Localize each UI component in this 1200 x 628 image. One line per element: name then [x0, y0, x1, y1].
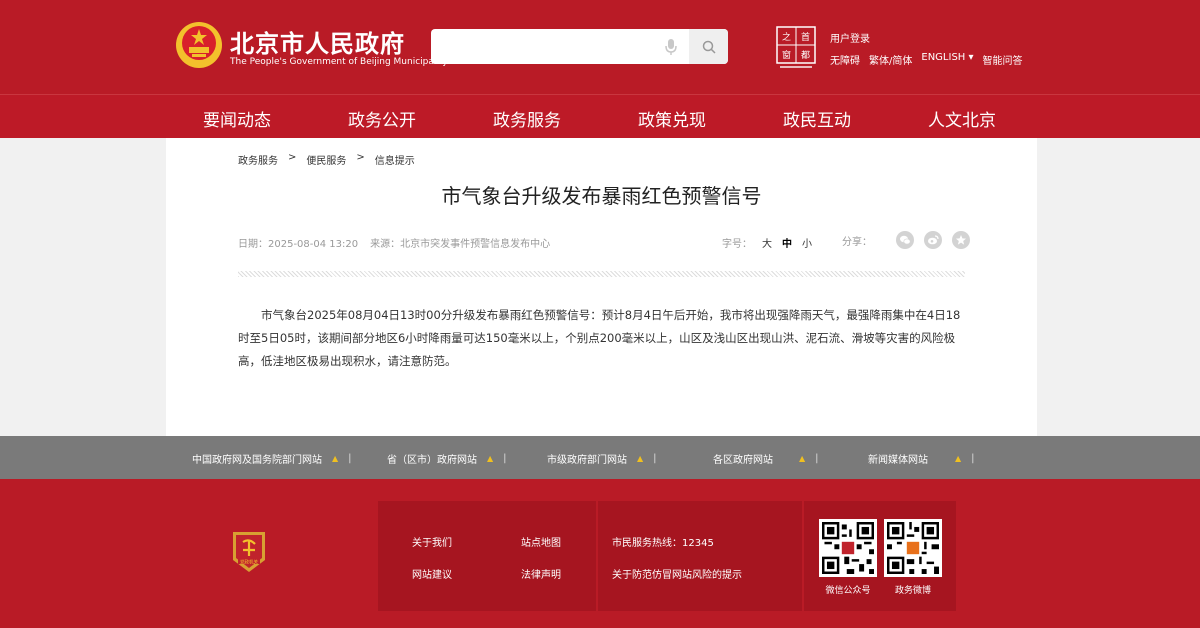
font-size-label: 字号：	[722, 239, 752, 250]
triangle-up-icon: ▲	[487, 454, 494, 463]
breadcrumb-item[interactable]: 便民服务	[306, 152, 346, 167]
svg-text:之: 之	[782, 31, 791, 43]
link-group-district-gov[interactable]: 各区政府网站 ▲ |	[713, 451, 819, 466]
traditional-simplified-link[interactable]: 繁体/简体	[869, 52, 912, 67]
font-size-small[interactable]: 小	[802, 235, 812, 250]
breadcrumb: 政务服务 > 便民服务 > 信息提示	[238, 152, 415, 167]
qr-code-icon	[887, 522, 939, 574]
search-button[interactable]	[689, 29, 728, 64]
party-logo-icon[interactable]: 党政机关	[229, 530, 269, 574]
about-us-link[interactable]: 关于我们	[412, 534, 452, 549]
link-group-label: 新闻媒体网站	[868, 455, 928, 466]
nav-item-news[interactable]: 要闻动态	[203, 106, 271, 131]
triangle-up-icon: ▲	[799, 454, 806, 463]
article-source: 来源：北京市突发事件预警信息发布中心	[370, 239, 551, 250]
article-date: 日期：2025-08-04 13:20	[238, 239, 359, 250]
share-label: 分享：	[842, 236, 872, 248]
favorite-icon	[956, 235, 966, 245]
nav-item-policy[interactable]: 政策兑现	[638, 106, 706, 131]
wechat-qr-code	[819, 519, 877, 577]
triangle-up-icon: ▲	[955, 454, 962, 463]
wechat-icon	[900, 235, 911, 245]
nav-item-culture[interactable]: 人文北京	[928, 106, 996, 131]
nav-item-interaction[interactable]: 政民互动	[783, 106, 851, 131]
site-suggestion-link[interactable]: 网站建议	[412, 566, 452, 581]
footer-service-box: 市民服务热线：12345 关于防范仿冒网站风险的提示	[598, 501, 802, 611]
divider: |	[503, 453, 507, 464]
qr-code-icon	[822, 522, 874, 574]
link-group-news-media[interactable]: 新闻媒体网站 ▲ |	[868, 451, 975, 466]
shoudu-logo-icon[interactable]: 之 首 窗 都	[776, 26, 816, 70]
related-links-bar: 中国政府网及国务院部门网站 ▲ | 省（区市）政府网站 ▲ | 市级政府部门网站…	[0, 436, 1200, 479]
svg-text:窗: 窗	[782, 49, 791, 61]
weibo-qr-code	[884, 519, 942, 577]
wechat-share-button[interactable]	[896, 231, 914, 249]
party-logo-text: 党政机关	[240, 558, 258, 565]
site-title[interactable]: 北京市人民政府	[230, 24, 405, 59]
breadcrumb-item[interactable]: 信息提示	[375, 152, 415, 167]
site-subtitle: The People's Government of Beijing Munic…	[230, 57, 448, 67]
link-group-label: 省（区市）政府网站	[387, 455, 477, 466]
divider: |	[815, 453, 819, 464]
site-map-link[interactable]: 站点地图	[521, 534, 561, 549]
link-group-label: 各区政府网站	[713, 455, 773, 466]
article-container: 政务服务 > 便民服务 > 信息提示 市气象台升级发布暴雨红色预警信号 日期：2…	[166, 138, 1037, 436]
breadcrumb-separator: >	[356, 152, 365, 163]
font-size-large[interactable]: 大	[762, 235, 772, 250]
header: 北京市人民政府 The People's Government of Beiji…	[0, 0, 1200, 94]
svg-text:首: 首	[801, 31, 810, 43]
nav-item-services[interactable]: 政务服务	[493, 106, 561, 131]
weibo-qr-label: 政务微博	[894, 586, 931, 596]
svg-text:都: 都	[801, 50, 810, 61]
accessibility-link[interactable]: 无障碍	[830, 52, 860, 67]
breadcrumb-item[interactable]: 政务服务	[238, 152, 278, 167]
breadcrumb-separator: >	[288, 152, 297, 163]
article-meta: 日期：2025-08-04 13:20 来源：北京市突发事件预警信息发布中心	[238, 235, 550, 250]
smart-qa-link[interactable]: 智能问答	[983, 52, 1023, 67]
search-input[interactable]	[431, 29, 728, 64]
link-group-provincial-gov[interactable]: 省（区市）政府网站 ▲ |	[387, 451, 507, 466]
hotline-text: 市民服务热线：12345	[612, 538, 714, 549]
footer: 党政机关 关于我们 站点地图 网站建议 法律声明 市民服务热线：12345 关于…	[0, 479, 1200, 628]
national-emblem-icon[interactable]	[174, 20, 224, 70]
user-login-link[interactable]: 用户登录	[830, 30, 870, 45]
mic-icon[interactable]	[661, 37, 681, 57]
favorite-share-button[interactable]	[952, 231, 970, 249]
font-size-medium[interactable]: 中	[782, 235, 792, 250]
divider: |	[348, 453, 352, 464]
link-group-municipal-depts[interactable]: 市级政府部门网站 ▲ |	[547, 451, 657, 466]
link-group-central-gov[interactable]: 中国政府网及国务院部门网站 ▲ |	[192, 451, 352, 466]
triangle-up-icon: ▲	[332, 454, 339, 463]
weibo-icon	[928, 235, 939, 245]
search-icon	[702, 40, 716, 54]
triangle-up-icon: ▲	[637, 454, 644, 463]
english-link[interactable]: ENGLISH ▾	[921, 52, 973, 67]
article-body: 市气象台2025年08月04日13时00分升级发布暴雨红色预警信号：预计8月4日…	[238, 308, 961, 368]
footer-links-box: 关于我们 站点地图 网站建议 法律声明	[378, 501, 596, 611]
top-links: 无障碍 繁体/简体 ENGLISH ▾ 智能问答	[830, 52, 1023, 67]
link-group-label: 市级政府部门网站	[547, 455, 627, 466]
nav-item-disclosure[interactable]: 政务公开	[348, 106, 416, 131]
font-size-selector: 字号： 大 中 小	[722, 235, 812, 250]
anti-phishing-link[interactable]: 关于防范仿冒网站风险的提示	[612, 566, 742, 581]
share-bar: 分享：	[842, 231, 970, 249]
divider: |	[653, 453, 657, 464]
legal-notice-link[interactable]: 法律声明	[521, 566, 561, 581]
weibo-share-button[interactable]	[924, 231, 942, 249]
article-title: 市气象台升级发布暴雨红色预警信号	[441, 184, 762, 208]
title-divider	[238, 271, 965, 277]
divider: |	[971, 453, 975, 464]
footer-qr-box: 微信公众号 政务微博	[804, 501, 956, 611]
wechat-qr-label: 微信公众号	[825, 586, 871, 596]
link-group-label: 中国政府网及国务院部门网站	[192, 455, 322, 466]
main-nav: 要闻动态 政务公开 政务服务 政策兑现 政民互动 人文北京	[0, 94, 1200, 138]
